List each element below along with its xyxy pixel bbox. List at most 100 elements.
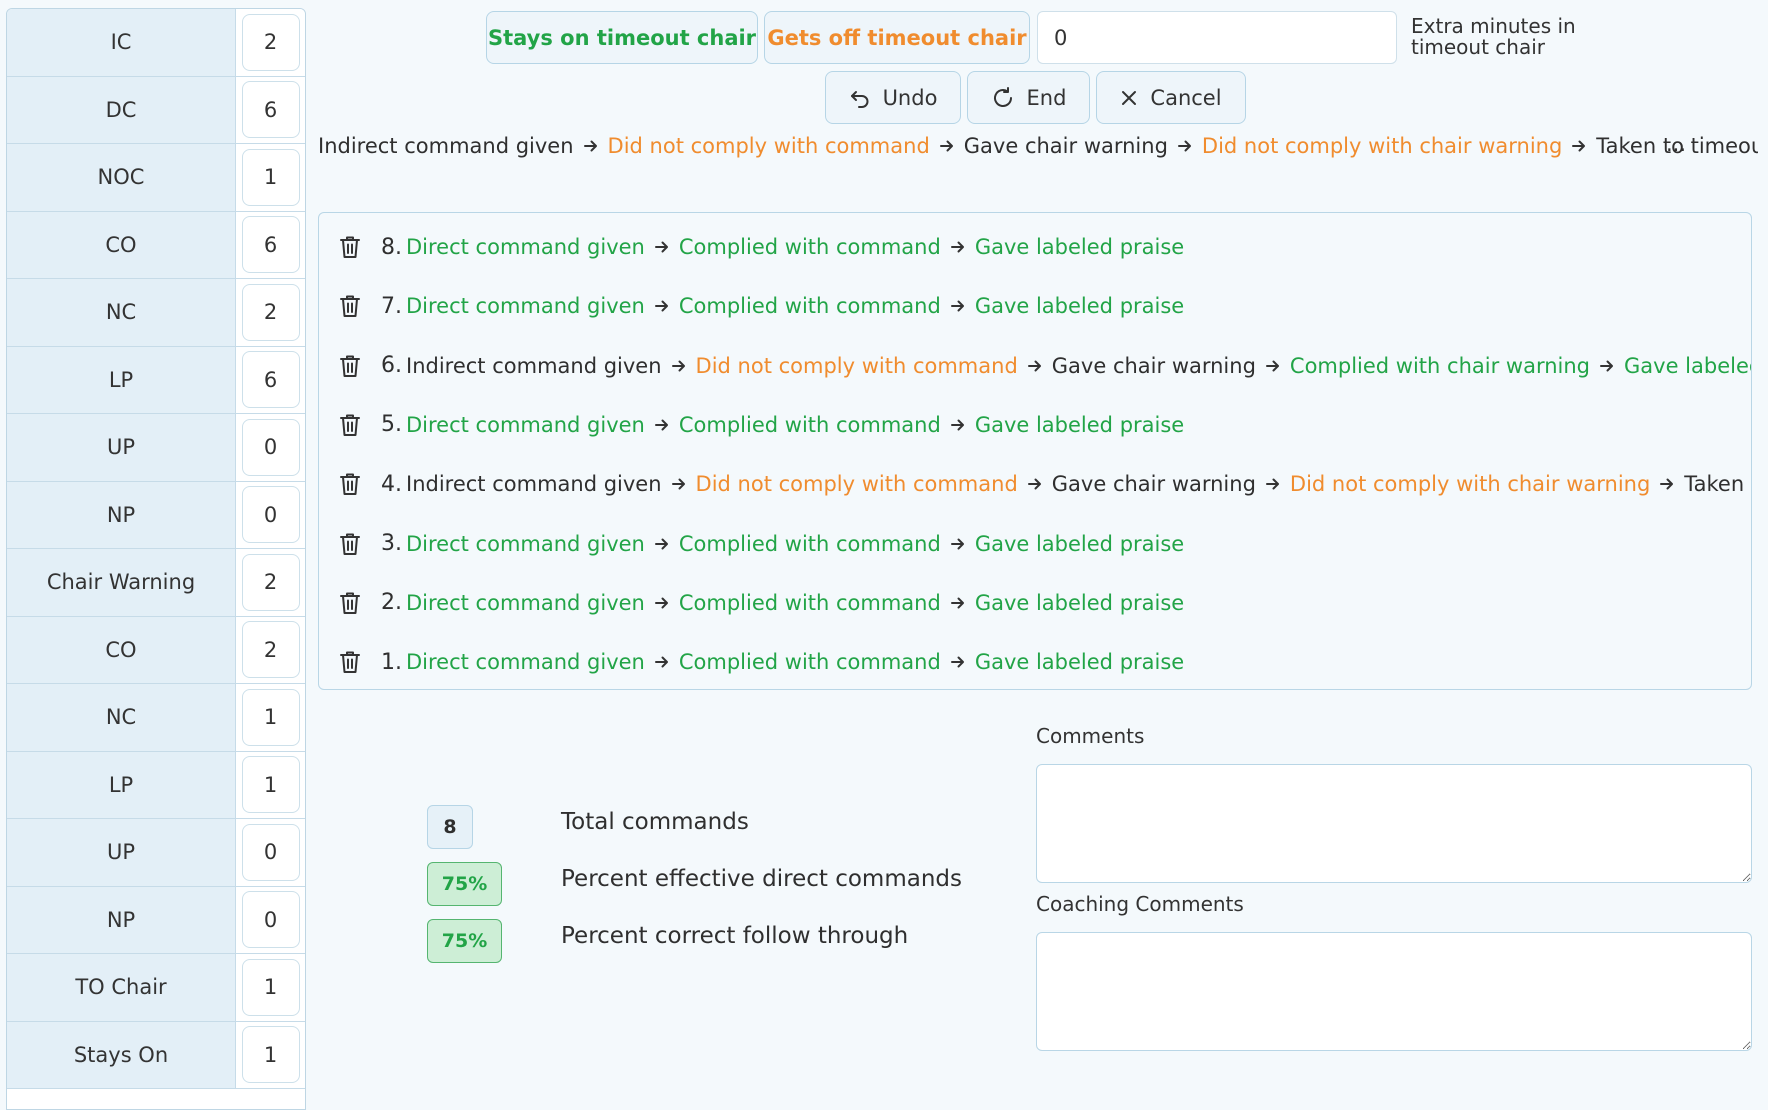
history-number: 1. (381, 649, 402, 675)
cancel-button[interactable]: Cancel (1096, 71, 1246, 124)
tally-label: NOC (7, 144, 236, 211)
stays-on-timeout-chair-button[interactable]: Stays on timeout chair (486, 11, 758, 64)
tally-row: NP 0 (7, 481, 305, 549)
tally-label: CO (7, 616, 236, 683)
extra-minutes-input[interactable] (1037, 11, 1397, 64)
sequence-step: Complied with chair warning (1289, 353, 1590, 378)
gets-off-label: Gets off timeout chair (767, 25, 1027, 50)
arrow-right-icon (1571, 138, 1587, 154)
tally-count[interactable]: 1 (241, 958, 300, 1016)
tally-count[interactable]: 6 (241, 81, 300, 139)
tally-row: UP 0 (7, 819, 305, 887)
tally-row: CO 6 (7, 211, 305, 279)
tally-count[interactable]: 2 (241, 553, 300, 611)
tally-count[interactable]: 2 (241, 621, 300, 679)
history-sequence: Indirect command given Did not comply wit… (406, 353, 1751, 378)
history-sequence: Direct command given Complied with comman… (406, 413, 1184, 437)
trash-icon[interactable] (339, 650, 361, 674)
tally-label: Stays On (7, 1021, 236, 1088)
tally-count[interactable]: 0 (241, 891, 300, 949)
tally-count-cell: 2 (236, 549, 305, 616)
tally-count[interactable]: 0 (241, 418, 300, 476)
sequence-step: Indirect command given (318, 134, 574, 158)
follow-through-label: Percent correct follow through (561, 923, 909, 949)
tally-count-cell: 0 (236, 819, 305, 886)
sequence-step: Gave labeled praise for chair (1624, 353, 1751, 378)
tally-row: NP 0 (7, 886, 305, 954)
tally-row: IC 2 (7, 9, 305, 77)
tally-label: UP (7, 414, 236, 481)
sequence-step: Did not comply with command (607, 134, 930, 158)
history-number: 7. (381, 293, 402, 319)
sequence-step: Gave chair warning (963, 134, 1168, 158)
arrow-right-icon (654, 298, 670, 314)
tally-count[interactable]: 0 (241, 823, 300, 881)
tally-row: Stays On 1 (7, 1021, 305, 1089)
tally-row: TO Chair 1 (7, 954, 305, 1022)
gets-off-timeout-chair-button[interactable]: Gets off timeout chair (764, 11, 1030, 64)
trash-icon[interactable] (339, 354, 361, 378)
tally-row: NC 1 (7, 684, 305, 752)
undo-button[interactable]: Undo (825, 71, 961, 124)
sequence-step: Gave labeled praise (974, 412, 1185, 437)
trash-icon[interactable] (339, 294, 361, 318)
tally-table: IC 2 DC 6 NOC 1 CO 6 NC 2 LP 6 UP 0 NP 0 Chair Warning 2 C… (6, 8, 306, 1110)
sequence-step: Did not comply with chair warning (1289, 472, 1651, 497)
sequence-step: Direct command given (406, 650, 645, 675)
tally-label: IC (7, 9, 236, 76)
trash-icon[interactable] (339, 472, 361, 496)
coaching-comments-textarea[interactable] (1036, 932, 1752, 1051)
tally-count[interactable]: 1 (241, 148, 300, 206)
trash-icon[interactable] (339, 235, 361, 259)
trash-icon[interactable] (339, 591, 361, 615)
trash-icon[interactable] (339, 532, 361, 556)
sequence-step: Indirect command given (406, 353, 662, 378)
sequence-step: Did not comply with chair warning (1201, 134, 1563, 158)
history-number: 4. (381, 471, 402, 497)
tally-label: LP (7, 751, 236, 818)
tally-count[interactable]: 1 (241, 688, 300, 746)
tally-count[interactable]: 1 (241, 756, 300, 814)
end-button[interactable]: End (967, 71, 1090, 124)
tally-label: NP (7, 481, 236, 548)
tally-count-cell: 1 (236, 751, 305, 818)
arrow-right-icon (950, 417, 966, 433)
arrow-right-icon (1599, 358, 1615, 374)
tally-label: LP (7, 346, 236, 413)
arrow-right-icon (654, 595, 670, 611)
arrow-right-icon (1027, 476, 1043, 492)
undo-label: Undo (882, 85, 938, 110)
tally-count-cell: 0 (236, 414, 305, 481)
tally-count[interactable]: 2 (241, 13, 300, 71)
tally-count[interactable]: 1 (241, 1026, 300, 1084)
current-sequence: Indirect command given Did not comply wit… (318, 134, 1758, 158)
tally-count-cell: 6 (236, 346, 305, 413)
arrow-right-icon (1177, 138, 1193, 154)
arrow-right-icon (583, 138, 599, 154)
tally-row: LP 6 (7, 346, 305, 414)
tally-row: LP 1 (7, 751, 305, 819)
sequence-step: Gave labeled praise (974, 531, 1185, 556)
tally-count[interactable]: 6 (241, 216, 300, 274)
tally-count[interactable]: 2 (241, 283, 300, 341)
trash-icon[interactable] (339, 413, 361, 437)
tally-count-cell: 2 (236, 279, 305, 346)
tally-count-cell: 2 (236, 616, 305, 683)
tally-count-cell: 6 (236, 76, 305, 143)
tally-count-cell: 0 (236, 886, 305, 953)
tally-row: DC 6 (7, 76, 305, 144)
tally-count[interactable]: 0 (241, 486, 300, 544)
current-sequence-ellipsis: ... (1666, 132, 1687, 156)
history-sequence: Direct command given Complied with comman… (406, 532, 1184, 556)
arrow-right-icon (1027, 358, 1043, 374)
history-row: 8. Direct command given Complied with comm… (339, 227, 1184, 267)
tally-label: CO (7, 211, 236, 278)
close-icon (1120, 89, 1138, 107)
arrow-right-icon (950, 536, 966, 552)
arrow-right-icon (654, 654, 670, 670)
tally-count[interactable]: 6 (241, 351, 300, 409)
comments-textarea[interactable] (1036, 764, 1752, 883)
history-number: 5. (381, 412, 402, 438)
arrow-right-icon (654, 536, 670, 552)
history-sequence: Direct command given Complied with comman… (406, 650, 1184, 674)
